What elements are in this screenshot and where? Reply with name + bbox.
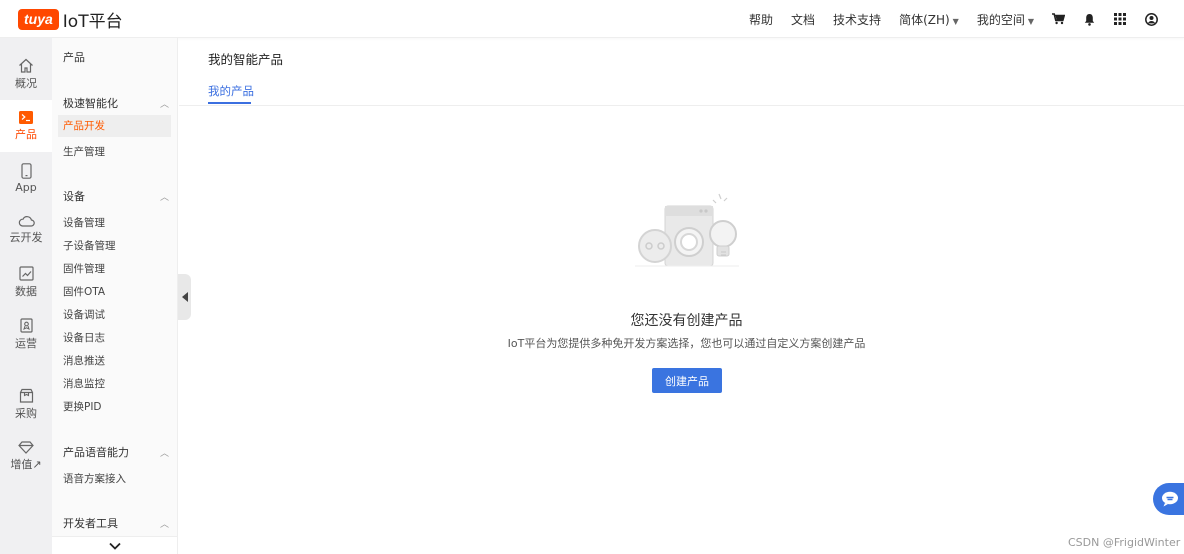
rail-item-overview[interactable]: 概况: [0, 48, 52, 100]
terminal-icon: [19, 110, 33, 124]
tab-divider: [179, 105, 1184, 106]
rail-label: 云开发: [9, 231, 43, 244]
rail-label: 采购: [15, 406, 37, 420]
rail-item-product[interactable]: 产品: [0, 100, 52, 152]
rail-label: 数据: [15, 284, 37, 298]
logo-badge: tuya: [18, 8, 59, 30]
nav-my-space[interactable]: 我的空间 ▼: [977, 11, 1034, 28]
submenu-group-dev-tools[interactable]: 开发者工具 ︿: [63, 515, 171, 531]
left-rail: 概况 产品 App 云开发 数据 运营 采购 增值↗: [0, 38, 52, 554]
top-bar: tuya IoT平台 帮助 文档 技术支持 简体(ZH) ▼ 我的空间 ▼: [0, 0, 1184, 38]
rail-item-data[interactable]: 数据: [0, 256, 52, 308]
rail-label: 增值↗: [10, 457, 42, 471]
submenu-group-voice[interactable]: 产品语音能力 ︿: [63, 444, 171, 460]
rail-item-purchase[interactable]: 采购: [0, 378, 52, 430]
submenu-group-label: 产品语音能力: [63, 446, 129, 459]
top-nav: 帮助 文档 技术支持 简体(ZH) ▼ 我的空间 ▼: [749, 0, 1184, 38]
chevron-up-icon: ︿: [159, 192, 169, 203]
chevron-up-icon: ︿: [159, 99, 169, 110]
submenu-item-production[interactable]: 生产管理: [63, 144, 105, 159]
language-label: 简体(ZH): [899, 12, 950, 27]
submenu-group-quick-smart[interactable]: 极速智能化 ︿: [63, 95, 171, 111]
product-submenu: 产品 极速智能化 ︿ 产品开发 生产管理 设备 ︿ 设备管理 子设备管理 固件管…: [52, 38, 178, 554]
rail-item-app[interactable]: App: [0, 152, 52, 204]
nav-tech-support[interactable]: 技术支持: [833, 11, 881, 28]
tab-active-indicator: [208, 102, 251, 104]
submenu-item-message-push[interactable]: 消息推送: [63, 353, 105, 368]
bookmark-icon: [19, 317, 33, 333]
empty-state-description: IoT平台为您提供多种免开发方案选择，您也可以通过自定义方案创建产品: [507, 337, 866, 350]
bell-icon[interactable]: [1084, 13, 1095, 26]
submenu-item-voice-solution[interactable]: 语音方案接入: [63, 471, 126, 486]
caret-down-icon: ▼: [952, 16, 959, 26]
submenu-item-subdevice-manage[interactable]: 子设备管理: [63, 238, 116, 253]
chat-bubble-icon: [1162, 491, 1178, 507]
submenu-item-product-dev[interactable]: 产品开发: [58, 115, 171, 137]
box-icon: [19, 388, 33, 403]
watermark: CSDN @FrigidWinter: [1068, 536, 1181, 549]
submenu-group-label: 开发者工具: [63, 517, 118, 530]
chevron-down-icon: [108, 542, 121, 550]
rail-label: 概况: [15, 76, 37, 90]
caret-down-icon: ▼: [1027, 16, 1034, 26]
submenu-item-message-monitor[interactable]: 消息监控: [63, 376, 105, 391]
chat-support-button[interactable]: [1153, 483, 1184, 515]
logo-text: IoT平台: [62, 11, 123, 32]
chevron-up-icon: ︿: [159, 448, 169, 459]
empty-state-title: 您还没有创建产品: [630, 313, 743, 329]
tab-my-products[interactable]: 我的产品: [208, 83, 254, 99]
submenu-item-firmware-ota[interactable]: 固件OTA: [63, 284, 105, 299]
rail-label: 产品: [15, 127, 37, 141]
submenu-item-device-manage[interactable]: 设备管理: [63, 215, 105, 230]
nav-language[interactable]: 简体(ZH) ▼: [899, 11, 959, 28]
rail-item-operations[interactable]: 运营: [0, 308, 52, 360]
phone-icon: [20, 162, 32, 179]
tuya-logo[interactable]: tuya IoT平台: [18, 8, 123, 32]
user-icon[interactable]: [1145, 12, 1158, 26]
submenu-group-label: 设备: [63, 190, 85, 203]
chart-icon: [18, 265, 34, 281]
submenu-title: 产品: [63, 51, 85, 64]
rail-item-value-added[interactable]: 增值↗: [0, 430, 52, 482]
nav-help[interactable]: 帮助: [749, 11, 773, 28]
home-icon: [19, 58, 33, 73]
apps-grid-icon[interactable]: [1114, 13, 1126, 25]
submenu-group-device[interactable]: 设备 ︿: [63, 188, 171, 204]
my-space-label: 我的空间: [976, 12, 1025, 27]
rail-label: 运营: [15, 336, 37, 350]
submenu-item-device-log[interactable]: 设备日志: [63, 330, 105, 345]
submenu-group-label: 极速智能化: [63, 97, 118, 110]
cart-icon[interactable]: [1052, 13, 1065, 25]
page-title: 我的智能产品: [208, 52, 284, 67]
main-content: 我的智能产品 我的产品 您还没有创建产品 IoT平台为您提供多种免开发方案选择，…: [179, 38, 1184, 554]
cloud-icon: [18, 216, 35, 227]
diamond-icon: [18, 440, 34, 454]
rail-label: App: [15, 180, 37, 194]
submenu-item-replace-pid[interactable]: 更换PID: [63, 399, 102, 414]
chevron-up-icon: ︿: [159, 519, 169, 530]
create-product-button[interactable]: 创建产品: [652, 368, 722, 393]
submenu-scroll-down[interactable]: [52, 536, 177, 554]
empty-products-illustration: [635, 193, 739, 267]
rail-item-cloud-dev[interactable]: 云开发: [0, 204, 52, 256]
nav-docs[interactable]: 文档: [791, 11, 815, 28]
submenu-item-device-debug[interactable]: 设备调试: [63, 307, 105, 322]
submenu-item-firmware-manage[interactable]: 固件管理: [63, 261, 105, 276]
